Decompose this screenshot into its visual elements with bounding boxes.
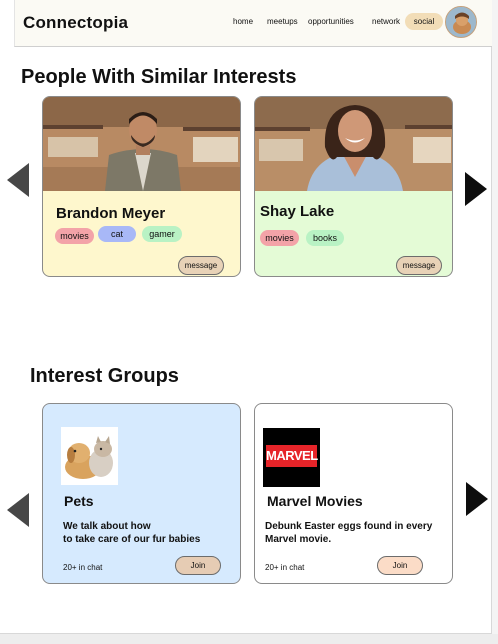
people-prev-arrow-icon[interactable] bbox=[7, 163, 29, 197]
puppy-kitten-icon bbox=[61, 427, 118, 485]
join-button[interactable]: Join bbox=[175, 556, 221, 575]
avatar-image-icon bbox=[446, 7, 476, 37]
interest-tag[interactable]: movies bbox=[260, 230, 299, 246]
groups-section-title: Interest Groups bbox=[30, 365, 179, 387]
marvel-logo-icon: MARVEL bbox=[263, 428, 320, 487]
page: Connectopia home meetups opportunities n… bbox=[0, 0, 492, 634]
interest-tag[interactable]: gamer bbox=[142, 226, 182, 242]
people-next-arrow-icon[interactable] bbox=[465, 172, 487, 206]
interest-tag[interactable]: books bbox=[306, 230, 344, 246]
message-button[interactable]: message bbox=[178, 256, 224, 275]
message-button[interactable]: message bbox=[396, 256, 442, 275]
nav-social[interactable]: social bbox=[405, 13, 443, 30]
people-section-title: People With Similar Interests bbox=[21, 66, 297, 88]
nav-meetups[interactable]: meetups bbox=[267, 17, 298, 26]
bottom-edge bbox=[0, 634, 498, 644]
groups-next-arrow-icon[interactable] bbox=[466, 482, 488, 516]
profile-avatar[interactable] bbox=[445, 6, 477, 38]
person-name: Brandon Meyer bbox=[56, 205, 166, 222]
interest-tag[interactable]: movies bbox=[55, 228, 94, 244]
groups-prev-arrow-icon[interactable] bbox=[7, 493, 29, 527]
join-button[interactable]: Join bbox=[377, 556, 423, 575]
group-name: Pets bbox=[64, 493, 94, 509]
nav-home[interactable]: home bbox=[233, 17, 253, 26]
group-description: We talk about how to take care of our fu… bbox=[63, 521, 201, 545]
chat-count: 20+ in chat bbox=[63, 563, 103, 572]
group-card-marvel[interactable]: MARVEL Marvel Movies Debunk Easter eggs … bbox=[254, 403, 453, 584]
top-navbar: Connectopia home meetups opportunities n… bbox=[14, 0, 492, 47]
person-photo-shay bbox=[255, 97, 452, 191]
person-name: Shay Lake bbox=[260, 203, 335, 220]
person-card-brandon[interactable]: Brandon Meyer movies cat gamer message bbox=[42, 96, 241, 277]
chat-count: 20+ in chat bbox=[265, 563, 305, 572]
nav-network[interactable]: network bbox=[372, 17, 400, 26]
nav-opportunities[interactable]: opportunities bbox=[308, 17, 354, 26]
brand-logo[interactable]: Connectopia bbox=[23, 13, 128, 33]
person-card-shay[interactable]: Shay Lake movies books message bbox=[254, 96, 453, 277]
group-card-pets[interactable]: Pets We talk about how to take care of o… bbox=[42, 403, 241, 584]
group-description: Debunk Easter eggs found in every Marvel… bbox=[265, 521, 433, 545]
interest-tag[interactable]: cat bbox=[98, 226, 136, 242]
group-name: Marvel Movies bbox=[267, 493, 363, 509]
person-photo-brandon bbox=[43, 97, 240, 191]
